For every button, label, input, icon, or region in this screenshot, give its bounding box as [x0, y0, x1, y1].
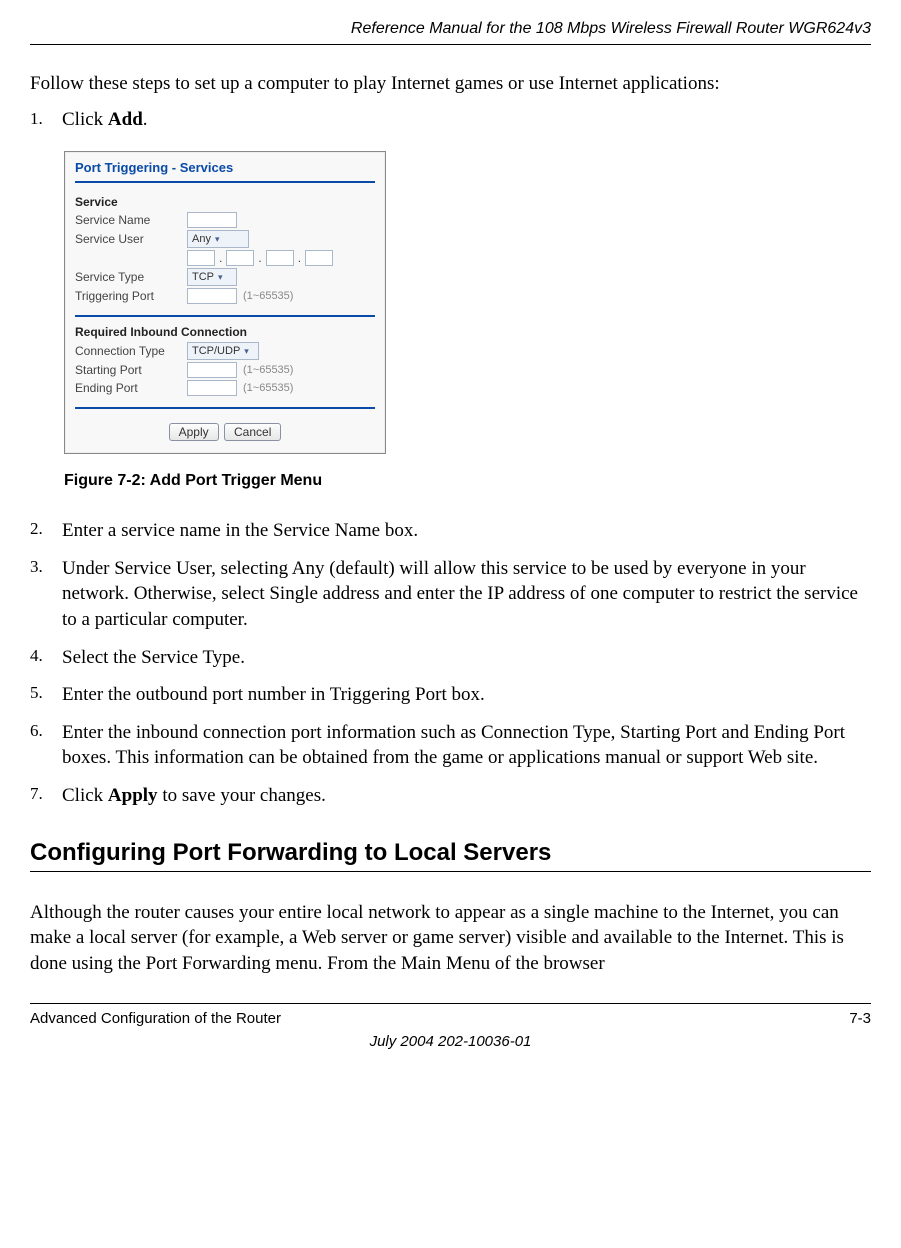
inbound-heading: Required Inbound Connection [65, 323, 385, 341]
ip-octet-3-input[interactable] [266, 250, 294, 266]
ip-octet-2-input[interactable] [226, 250, 254, 266]
service-heading: Service [65, 193, 385, 211]
connection-type-select[interactable]: TCP/UDP [187, 342, 259, 360]
cancel-button[interactable]: Cancel [224, 423, 281, 441]
service-name-label: Service Name [75, 213, 183, 227]
triggering-port-input[interactable] [187, 288, 237, 304]
starting-port-label: Starting Port [75, 363, 183, 377]
starting-port-input[interactable] [187, 362, 237, 378]
triggering-port-hint: (1~65535) [243, 290, 293, 302]
figure-separator [75, 407, 375, 409]
step-1-prefix: Click [62, 109, 108, 130]
ending-port-hint: (1~65535) [243, 382, 293, 394]
ip-octet-1-input[interactable] [187, 250, 215, 266]
step-7-bold: Apply [108, 785, 158, 806]
starting-port-hint: (1~65535) [243, 364, 293, 376]
footer-left: Advanced Configuration of the Router [30, 1010, 281, 1027]
service-user-select[interactable]: Any [187, 230, 249, 248]
running-header: Reference Manual for the 108 Mbps Wirele… [30, 20, 871, 45]
ending-port-label: Ending Port [75, 381, 183, 395]
step-2: Enter a service name in the Service Name… [30, 518, 871, 544]
figure-caption: Figure 7-2: Add Port Trigger Menu [64, 472, 871, 490]
service-type-label: Service Type [75, 270, 183, 284]
apply-button[interactable]: Apply [169, 423, 219, 441]
page-footer: Advanced Configuration of the Router 7-3 [30, 1003, 871, 1027]
section-body-text: Although the router causes your entire l… [30, 900, 871, 977]
footer-right: 7-3 [849, 1010, 871, 1027]
step-7: Click Apply to save your changes. [30, 783, 871, 809]
triggering-port-label: Triggering Port [75, 289, 183, 303]
ending-port-input[interactable] [187, 380, 237, 396]
service-user-label: Service User [75, 232, 183, 246]
step-1-bold: Add [108, 109, 143, 130]
service-name-input[interactable] [187, 212, 237, 228]
section-heading: Configuring Port Forwarding to Local Ser… [30, 839, 871, 872]
intro-text: Follow these steps to set up a computer … [30, 73, 871, 95]
step-1: Click Add. [30, 109, 871, 131]
step-5: Enter the outbound port number in Trigge… [30, 682, 871, 708]
figure-separator [75, 181, 375, 183]
port-triggering-figure: Port Triggering - Services Service Servi… [64, 151, 386, 454]
ip-octet-4-input[interactable] [305, 250, 333, 266]
step-3: Under Service User, selecting Any (defau… [30, 556, 871, 633]
footer-center: July 2004 202-10036-01 [30, 1033, 871, 1050]
service-type-select[interactable]: TCP [187, 268, 237, 286]
figure-panel-title: Port Triggering - Services [65, 152, 385, 181]
step-6: Enter the inbound connection port inform… [30, 720, 871, 771]
dot-icon: . [298, 251, 301, 265]
dot-icon: . [219, 251, 222, 265]
step-4: Select the Service Type. [30, 645, 871, 671]
dot-icon: . [258, 251, 261, 265]
connection-type-label: Connection Type [75, 344, 183, 358]
step-1-suffix: . [143, 109, 148, 130]
step-7-suffix: to save your changes. [158, 785, 326, 806]
figure-separator [75, 315, 375, 317]
step-7-prefix: Click [62, 785, 108, 806]
